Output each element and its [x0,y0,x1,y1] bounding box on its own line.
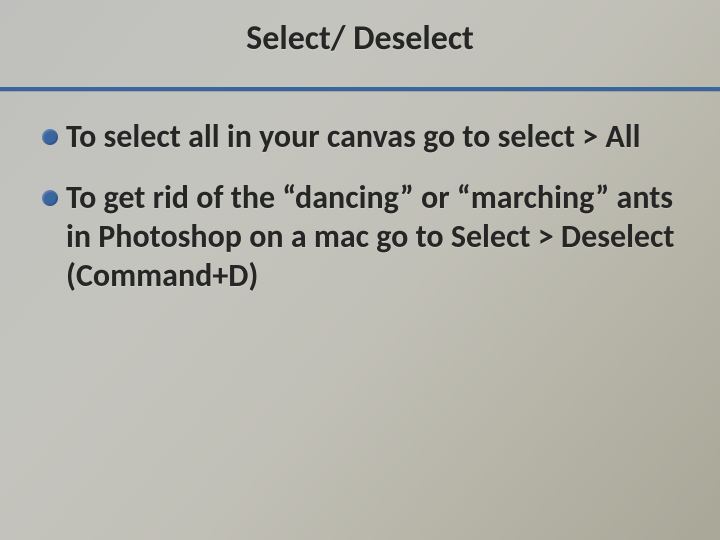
bullet-text: To get rid of the “dancing” or “marching… [66,178,678,295]
slide-title: Select/ Deselect [0,0,720,69]
bullet-text: To select all in your canvas go to selec… [66,117,640,156]
list-item: To select all in your canvas go to selec… [42,117,678,156]
bullet-icon [42,129,58,145]
bullet-icon [42,190,58,206]
list-item: To get rid of the “dancing” or “marching… [42,178,678,295]
slide: Select/ Deselect To select all in your c… [0,0,720,540]
slide-body: To select all in your canvas go to selec… [0,91,720,337]
